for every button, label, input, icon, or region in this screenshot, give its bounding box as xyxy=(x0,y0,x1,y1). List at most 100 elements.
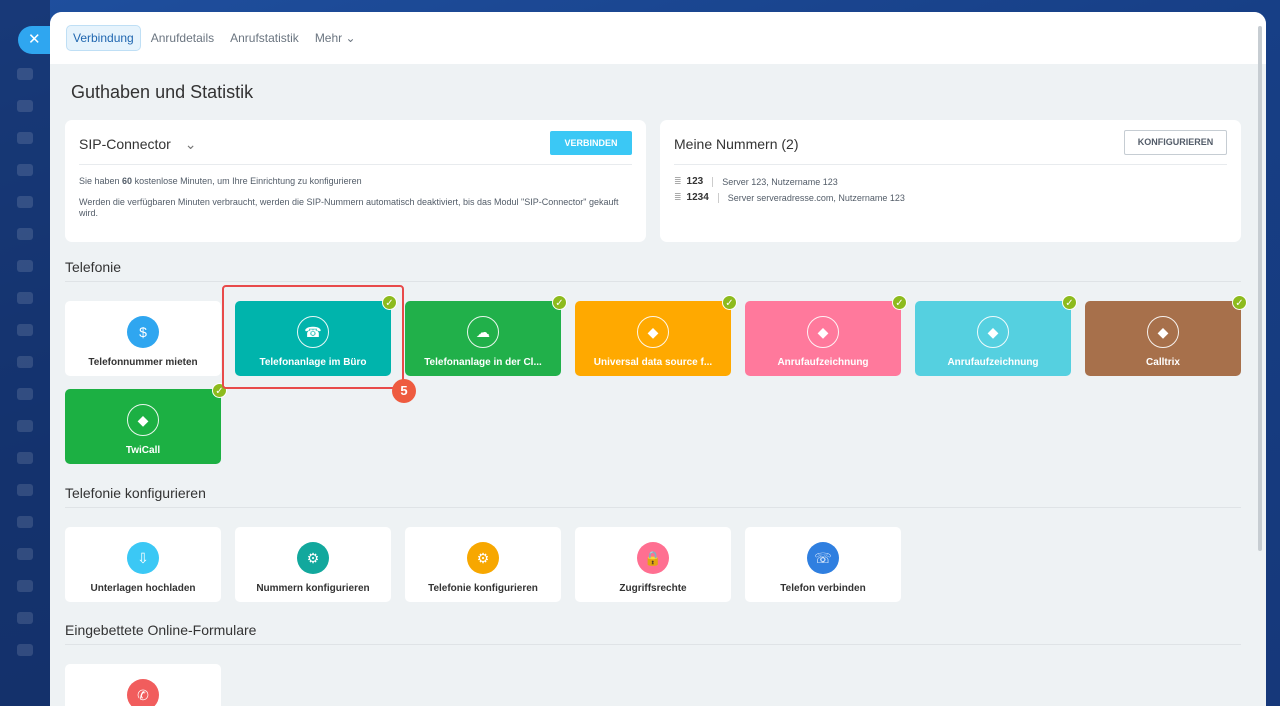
telephony-settings-icon: ⚙ xyxy=(467,542,499,574)
tile[interactable]: ◆ Universal data source f... ✓ xyxy=(575,295,737,376)
my-numbers-card: Meine Nummern (2) KONFIGURIEREN ≣ 123 Se… xyxy=(660,120,1241,242)
close-slider-button[interactable]: ✕ xyxy=(18,26,54,54)
tile[interactable]: 🔒 Zugriffsrechte xyxy=(575,527,731,602)
access-rights-icon: 🔒 xyxy=(637,542,669,574)
checkmark-icon: ✓ xyxy=(722,295,737,310)
slider-panel: Verbindung Anrufdetails Anrufstatistik Mehr… xyxy=(50,12,1266,706)
divider xyxy=(65,281,1241,282)
rail-icon[interactable] xyxy=(17,612,33,624)
tile-label: Universal data source f... xyxy=(593,357,713,368)
tile-label: Zugriffsrechte xyxy=(619,583,687,594)
divider xyxy=(65,507,1241,508)
checkmark-icon: ✓ xyxy=(552,295,567,310)
tile[interactable]: ☏ Telefon verbinden xyxy=(745,527,901,602)
checkmark-icon: ✓ xyxy=(1062,295,1077,310)
chevron-down-icon: ⌄ xyxy=(184,136,197,152)
box-icon: ◆ xyxy=(1147,316,1179,348)
checkmark-icon: ✓ xyxy=(1232,295,1247,310)
page-title: Guthaben und Statistik xyxy=(71,82,254,102)
upload-document-icon: ⇩ xyxy=(127,542,159,574)
section-config-title: Telefonie konfigurieren xyxy=(65,485,206,501)
tile-label: Telefonie konfigurieren xyxy=(428,583,538,594)
tile-label: Telefonanlage in der Cl... xyxy=(424,357,542,368)
divider xyxy=(674,164,1227,165)
phone-rent-icon: $ xyxy=(127,316,159,348)
box-icon: ◆ xyxy=(127,404,159,436)
tile[interactable]: ◆ Calltrix ✓ xyxy=(1085,295,1247,376)
rail-icon[interactable] xyxy=(17,100,33,112)
tile-label: TwiCall xyxy=(125,445,161,456)
rail-icon[interactable] xyxy=(17,164,33,176)
number-row: ≣ 123 Server 123, Nutzername 123 xyxy=(674,176,838,187)
rail-icon[interactable] xyxy=(17,68,33,80)
tile[interactable]: ⇩ Unterlagen hochladen xyxy=(65,527,221,602)
tile-label: Unterlagen hochladen xyxy=(90,583,196,594)
rail-icon[interactable] xyxy=(17,580,33,592)
rail-icon[interactable] xyxy=(17,516,33,528)
rail-icon[interactable] xyxy=(17,548,33,560)
section-forms-title: Eingebettete Online-Formulare xyxy=(65,622,257,638)
server-icon: ≣ xyxy=(674,176,682,186)
tile-label: Telefon verbinden xyxy=(780,583,866,594)
box-icon: ◆ xyxy=(807,316,839,348)
tile[interactable]: ◆ Anrufaufzeichnung ✓ xyxy=(745,295,907,376)
tile-label: Nummern konfigurieren xyxy=(256,583,370,594)
left-rail xyxy=(0,0,50,706)
pbx-cloud-icon: ☁ xyxy=(467,316,499,348)
scrollbar[interactable] xyxy=(1258,26,1262,551)
tile[interactable]: ✆ xyxy=(65,664,221,706)
phone-form-icon: ✆ xyxy=(127,679,159,706)
highlight-frame xyxy=(222,285,404,389)
number-value: 123 xyxy=(686,176,704,187)
number-detail: Server serveradresse.com, Nutzername 123 xyxy=(727,192,905,203)
tile[interactable]: $ Telefonnummer mieten xyxy=(65,301,221,376)
box-icon: ◆ xyxy=(977,316,1009,348)
section-telephony-title: Telefonie xyxy=(65,259,122,275)
rail-icon[interactable] xyxy=(17,292,33,304)
divider xyxy=(79,164,632,165)
rail-icon[interactable] xyxy=(17,260,33,272)
rail-icon[interactable] xyxy=(17,420,33,432)
phone-connect-icon: ☏ xyxy=(807,542,839,574)
phone-settings-icon: ⚙ xyxy=(297,542,329,574)
close-icon: ✕ xyxy=(28,31,41,48)
my-numbers-title: Meine Nummern (2) xyxy=(674,136,799,152)
rail-icon[interactable] xyxy=(17,388,33,400)
tab-2[interactable]: Anrufstatistik xyxy=(224,26,305,50)
sip-connector-card: SIP-Connector ⌄ VERBINDEN Sie haben 60 k… xyxy=(65,120,646,242)
tab-0[interactable]: Verbindung xyxy=(66,25,141,51)
rail-icon[interactable] xyxy=(17,228,33,240)
checkmark-icon: ✓ xyxy=(892,295,907,310)
tile[interactable]: ☁ Telefonanlage in der Cl... ✓ xyxy=(405,295,567,376)
tile-label: Calltrix xyxy=(1146,357,1180,368)
tile[interactable]: ◆ Anrufaufzeichnung ✓ xyxy=(915,295,1077,376)
tile[interactable]: ◆ TwiCall ✓ xyxy=(65,383,227,464)
rail-icon[interactable] xyxy=(17,324,33,336)
rail-icon[interactable] xyxy=(17,644,33,656)
divider xyxy=(65,644,1241,645)
tile-label: Anrufaufzeichnung xyxy=(947,357,1039,368)
tile-label: Anrufaufzeichnung xyxy=(777,357,869,368)
rail-icon[interactable] xyxy=(17,132,33,144)
tab-1[interactable]: Anrufdetails xyxy=(145,26,220,50)
tile[interactable]: ⚙ Nummern konfigurieren xyxy=(235,527,391,602)
rail-icon[interactable] xyxy=(17,484,33,496)
tab-3[interactable]: Mehr ⌄ xyxy=(309,26,362,50)
step-badge: 5 xyxy=(392,379,416,403)
connect-button[interactable]: VERBINDEN xyxy=(550,131,632,155)
sip-connector-title[interactable]: SIP-Connector ⌄ xyxy=(79,136,196,153)
deactivation-text: Werden die verfügbaren Minuten verbrauch… xyxy=(79,197,619,218)
box-icon: ◆ xyxy=(637,316,669,348)
free-minutes-text: Sie haben 60 kostenlose Minuten, um Ihre… xyxy=(79,176,362,186)
rail-icon[interactable] xyxy=(17,452,33,464)
sip-title-text: SIP-Connector xyxy=(79,136,171,152)
tile-label: Telefonnummer mieten xyxy=(88,357,198,368)
rail-icon[interactable] xyxy=(17,356,33,368)
free-minutes-count: 60 xyxy=(122,176,133,186)
tab-bar: Verbindung Anrufdetails Anrufstatistik Mehr… xyxy=(50,12,1266,64)
rail-icon[interactable] xyxy=(17,196,33,208)
number-detail: Server 123, Nutzername 123 xyxy=(722,176,838,187)
tile[interactable]: ⚙ Telefonie konfigurieren xyxy=(405,527,561,602)
number-row: ≣ 1234 Server serveradresse.com, Nutzern… xyxy=(674,192,905,203)
configure-button[interactable]: KONFIGURIEREN xyxy=(1124,130,1227,155)
